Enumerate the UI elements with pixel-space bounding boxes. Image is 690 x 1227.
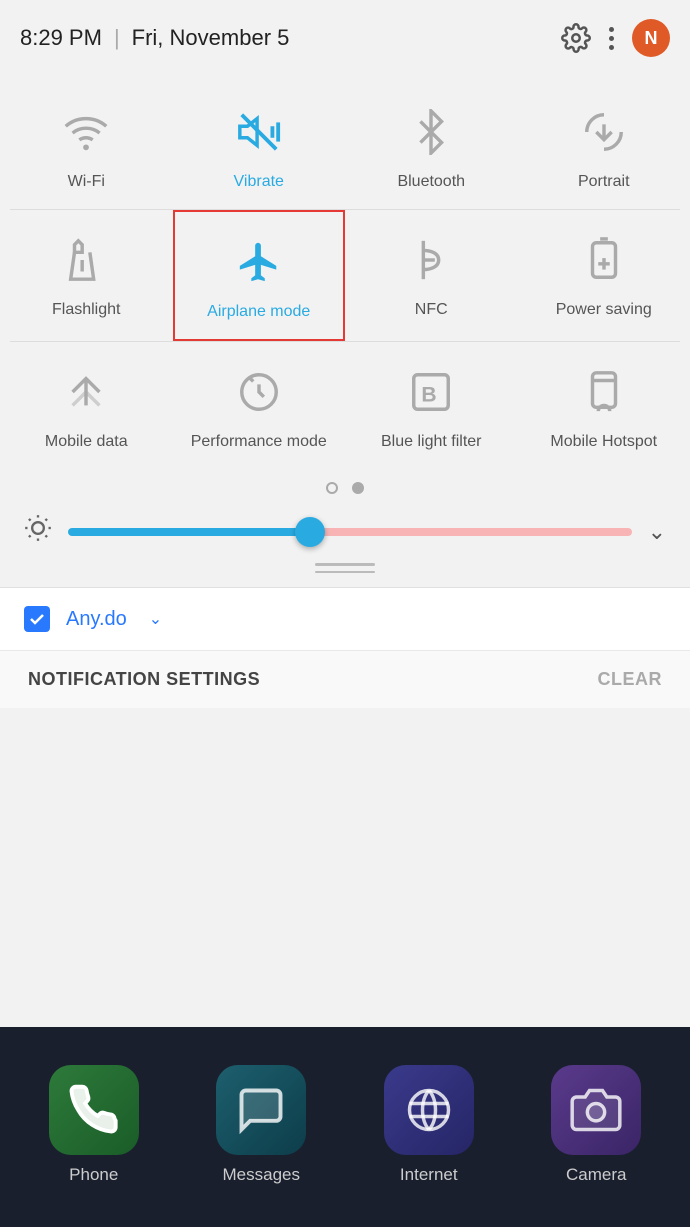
qs-performance-mode[interactable]: Performance mode — [173, 342, 346, 469]
messages-icon — [216, 1065, 306, 1155]
dock-camera[interactable]: Camera — [551, 1065, 641, 1185]
page-dot-1 — [326, 482, 338, 494]
qs-power-saving[interactable]: Power saving — [518, 210, 690, 341]
qs-mobile-hotspot-label: Mobile Hotspot — [550, 432, 657, 453]
status-time-group: 8:29 PM | Fri, November 5 — [20, 25, 289, 51]
notification-settings-bar: NOTIFICATION SETTINGS CLEAR — [0, 650, 690, 708]
anydo-checkbox[interactable] — [24, 606, 50, 632]
qs-portrait[interactable]: Portrait — [518, 82, 690, 209]
camera-icon — [551, 1065, 641, 1155]
internet-icon — [384, 1065, 474, 1155]
status-icons: N — [557, 19, 670, 57]
qs-row-2: Flashlight Airplane mode NFC — [0, 210, 690, 341]
qs-nfc-label: NFC — [415, 300, 448, 321]
mobile-data-icon — [54, 360, 118, 424]
mobile-hotspot-icon — [572, 360, 636, 424]
qs-portrait-label: Portrait — [578, 172, 630, 193]
brightness-thumb[interactable] — [295, 517, 325, 547]
airplane-mode-icon — [227, 230, 291, 294]
brightness-icon — [24, 514, 52, 549]
qs-wifi[interactable]: Wi-Fi — [0, 82, 173, 209]
qs-row-1: Wi-Fi Vibrate Bluetooth — [0, 82, 690, 209]
qs-mobile-data[interactable]: Mobile data — [0, 342, 173, 469]
brightness-track — [68, 528, 632, 536]
qs-bluetooth-label: Bluetooth — [397, 172, 465, 193]
brightness-control: ⌄ — [0, 504, 690, 555]
clear-button[interactable]: CLEAR — [598, 669, 663, 690]
portrait-icon — [572, 100, 636, 164]
notification-section: Any.do ⌄ NOTIFICATION SETTINGS CLEAR — [0, 587, 690, 708]
status-divider: | — [114, 25, 120, 51]
qs-mobile-hotspot[interactable]: Mobile Hotspot — [518, 342, 690, 469]
svg-text:B: B — [422, 383, 437, 406]
qs-mobile-data-label: Mobile data — [45, 432, 128, 453]
wifi-icon — [54, 100, 118, 164]
qs-blue-light-filter-label: Blue light filter — [381, 432, 482, 453]
dock-phone-label: Phone — [69, 1165, 118, 1185]
qs-row-3: Mobile data Performance mode B Blue li — [0, 342, 690, 469]
flashlight-icon — [54, 228, 118, 292]
page-indicator — [0, 468, 690, 504]
status-bar: 8:29 PM | Fri, November 5 N — [0, 0, 690, 72]
qs-flashlight[interactable]: Flashlight — [0, 210, 173, 341]
bottom-dock: Phone Messages Internet — [0, 1027, 690, 1227]
power-saving-icon — [572, 228, 636, 292]
qs-blue-light-filter[interactable]: B Blue light filter — [345, 342, 518, 469]
quick-settings-panel: Wi-Fi Vibrate Bluetooth — [0, 72, 690, 587]
dock-internet-label: Internet — [400, 1165, 458, 1185]
bluetooth-icon — [399, 100, 463, 164]
qs-flashlight-label: Flashlight — [52, 300, 120, 321]
blue-light-filter-icon: B — [399, 360, 463, 424]
qs-airplane-label: Airplane mode — [207, 302, 310, 323]
qs-airplane-mode[interactable]: Airplane mode — [173, 210, 346, 341]
qs-bluetooth[interactable]: Bluetooth — [345, 82, 518, 209]
phone-icon — [49, 1065, 139, 1155]
qs-performance-mode-label: Performance mode — [191, 432, 327, 453]
more-options-icon[interactable] — [609, 27, 614, 50]
anydo-notification[interactable]: Any.do ⌄ — [0, 588, 690, 650]
status-date: Fri, November 5 — [132, 25, 290, 51]
dock-messages-label: Messages — [223, 1165, 300, 1185]
notification-badge: N — [632, 19, 670, 57]
qs-nfc[interactable]: NFC — [345, 210, 518, 341]
nfc-icon — [399, 228, 463, 292]
dock-phone[interactable]: Phone — [49, 1065, 139, 1185]
qs-wifi-label: Wi-Fi — [68, 172, 105, 193]
performance-mode-icon — [227, 360, 291, 424]
dock-internet[interactable]: Internet — [384, 1065, 474, 1185]
dock-camera-label: Camera — [566, 1165, 626, 1185]
notification-settings-label[interactable]: NOTIFICATION SETTINGS — [28, 669, 260, 690]
drag-handle — [0, 555, 690, 587]
page-dot-2 — [352, 482, 364, 494]
anydo-expand-icon[interactable]: ⌄ — [149, 609, 162, 629]
dock-messages[interactable]: Messages — [216, 1065, 306, 1185]
chevron-down-icon[interactable]: ⌄ — [648, 519, 666, 545]
qs-vibrate-label: Vibrate — [234, 172, 284, 193]
brightness-slider[interactable] — [68, 528, 632, 536]
vibrate-icon — [227, 100, 291, 164]
anydo-app-name: Any.do — [66, 608, 127, 631]
qs-vibrate[interactable]: Vibrate — [173, 82, 346, 209]
status-time: 8:29 PM — [20, 25, 102, 51]
settings-icon[interactable] — [557, 19, 595, 57]
drag-lines — [315, 563, 375, 573]
qs-power-saving-label: Power saving — [556, 300, 652, 321]
